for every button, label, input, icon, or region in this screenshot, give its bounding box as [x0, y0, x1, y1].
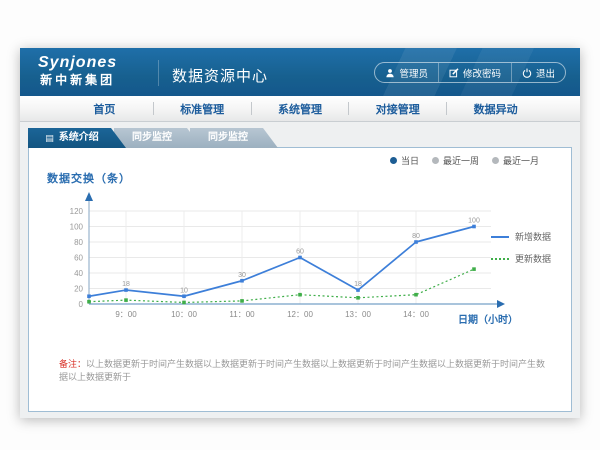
svg-text:30: 30: [238, 272, 246, 279]
logo-en: Synjones: [38, 54, 117, 72]
legend-label: 更新数据: [515, 252, 551, 265]
tab-sync-monitor-2[interactable]: 同步监控: [190, 128, 278, 148]
content-panel: 当日 最近一周 最近一月 数据交换（条） 0 20 40 60 80 100 120 9：00…: [28, 147, 572, 412]
nav-item-standard-management[interactable]: 标准管理: [154, 101, 251, 117]
svg-text:60: 60: [296, 249, 304, 256]
change-password-label: 修改密码: [463, 66, 501, 80]
chart-x-axis-label: 日期（小时）: [458, 311, 518, 326]
legend-line-dotted-icon: [491, 258, 509, 260]
legend-label: 新增数据: [515, 230, 551, 243]
note-text: 以上数据更新于时间产生数据以上数据更新于时间产生数据以上数据更新于时间产生数据以…: [59, 359, 545, 382]
line-chart: 0 20 40 60 80 100 120 9：00 10：00 11：00 12：00 13：00 1…: [39, 187, 509, 327]
radio-label: 最近一月: [503, 154, 539, 167]
svg-text:20: 20: [74, 285, 83, 294]
tab-label: 系统介绍: [59, 128, 99, 148]
footer-note: 备注：以上数据更新于时间产生数据以上数据更新于时间产生数据以上数据更新于时间产生…: [59, 358, 549, 384]
filter-radio-group: 当日 最近一周 最近一月: [390, 154, 539, 167]
radio-dot: [492, 157, 499, 164]
svg-text:40: 40: [74, 269, 83, 278]
note-prefix: 备注：: [59, 359, 86, 369]
app-title: 数据资源中心: [172, 65, 268, 86]
change-password-button[interactable]: 修改密码: [438, 63, 511, 82]
app-window: Synjones 新中新集团 数据资源中心 管理员 修改密码: [20, 48, 580, 418]
user-icon: [385, 68, 395, 78]
radio-today[interactable]: 当日: [390, 154, 419, 167]
svg-text:0: 0: [79, 300, 84, 309]
chart-y-axis-label: 数据交换（条）: [47, 170, 131, 186]
radio-label: 当日: [401, 154, 419, 167]
logo-divider: [158, 60, 159, 86]
tab-bar: ▤ 系统介绍 同步监控 同步监控: [28, 128, 278, 148]
tab-system-intro[interactable]: ▤ 系统介绍: [28, 128, 126, 148]
svg-text:100: 100: [468, 218, 480, 225]
svg-text:9：00: 9：00: [115, 310, 137, 319]
legend-item-new-data: 新增数据: [491, 230, 551, 243]
radio-last-week[interactable]: 最近一周: [432, 154, 479, 167]
legend-line-solid-icon: [491, 236, 509, 238]
svg-text:10：00: 10：00: [171, 310, 197, 319]
svg-text:80: 80: [74, 238, 83, 247]
nav-item-interface-management[interactable]: 对接管理: [349, 101, 446, 117]
svg-text:13：00: 13：00: [345, 310, 371, 319]
logout-button[interactable]: 退出: [511, 63, 565, 82]
svg-text:18: 18: [122, 281, 130, 288]
header: Synjones 新中新集团 数据资源中心 管理员 修改密码: [20, 48, 580, 96]
radio-dot: [432, 157, 439, 164]
svg-text:80: 80: [412, 233, 420, 240]
content-area: ▤ 系统介绍 同步监控 同步监控 当日 最近一周 最近一月: [20, 122, 580, 418]
svg-text:14：00: 14：00: [403, 310, 429, 319]
edit-icon: [449, 68, 459, 78]
svg-text:10: 10: [180, 287, 188, 294]
nav-item-data-change[interactable]: 数据异动: [447, 101, 544, 117]
logo-cn: 新中新集团: [38, 72, 117, 88]
svg-text:120: 120: [70, 207, 84, 216]
tab-sync-monitor-1[interactable]: 同步监控: [114, 128, 202, 148]
header-actions: 管理员 修改密码 退出: [374, 62, 566, 83]
user-button[interactable]: 管理员: [375, 63, 438, 82]
document-grid-icon: ▤: [45, 134, 54, 143]
main-nav: 首页 标准管理 系统管理 对接管理 数据异动: [20, 96, 580, 122]
user-button-label: 管理员: [399, 66, 428, 80]
svg-text:12：00: 12：00: [287, 310, 313, 319]
legend-item-update-data: 更新数据: [491, 252, 551, 265]
nav-item-home[interactable]: 首页: [56, 101, 153, 117]
logout-button-label: 退出: [536, 66, 555, 80]
nav-item-system-management[interactable]: 系统管理: [252, 101, 349, 117]
svg-text:60: 60: [74, 254, 83, 263]
radio-dot: [390, 157, 397, 164]
radio-last-month[interactable]: 最近一月: [492, 154, 539, 167]
power-icon: [522, 68, 532, 78]
svg-text:18: 18: [354, 281, 362, 288]
synjones-logo: Synjones 新中新集团: [38, 54, 117, 88]
svg-text:100: 100: [70, 223, 84, 232]
radio-label: 最近一周: [443, 154, 479, 167]
svg-text:11：00: 11：00: [229, 310, 255, 319]
chart-legend: 新增数据 更新数据: [491, 230, 551, 265]
